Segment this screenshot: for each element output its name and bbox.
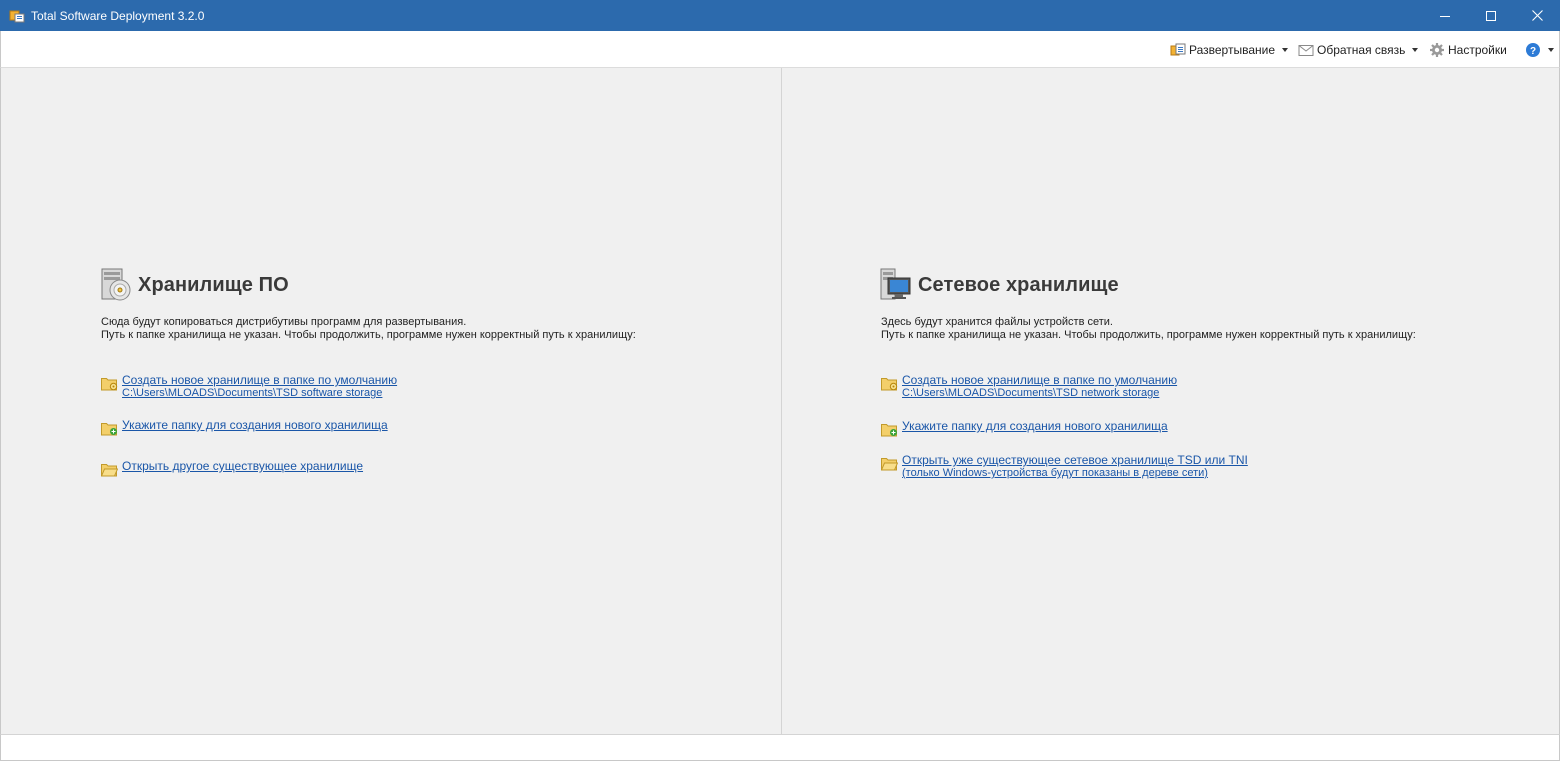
minimize-icon — [1440, 15, 1450, 17]
maximize-button[interactable] — [1468, 0, 1514, 31]
close-icon — [1531, 10, 1543, 21]
chevron-down-icon — [1412, 48, 1419, 52]
software-storage-panel: Хранилище ПО Сюда будут копироваться дис… — [1, 68, 781, 734]
software-storage-description: Сюда будут копироваться дистрибутивы про… — [101, 316, 636, 342]
svg-text:?: ? — [1530, 46, 1536, 57]
folder-add-icon — [101, 421, 118, 436]
folder-open-icon — [100, 462, 119, 477]
minimize-button[interactable] — [1422, 0, 1468, 31]
settings-label: Настройки — [1448, 43, 1507, 57]
default-network-storage-path[interactable]: C:\Users\MLOADS\Documents\TSD network st… — [902, 387, 1177, 399]
open-existing-network-storage-item: Открыть уже существующее сетевое хранили… — [880, 453, 1248, 479]
main-area: Хранилище ПО Сюда будут копироваться дис… — [0, 68, 1560, 734]
open-existing-storage-link[interactable]: Открыть другое существующее хранилище — [122, 459, 363, 473]
choose-folder-item: Укажите папку для создания нового хранил… — [101, 418, 388, 436]
description-line: Путь к папке хранилища не указан. Чтобы … — [881, 329, 1416, 341]
feedback-menu-button[interactable]: Обратная связь — [1298, 41, 1419, 59]
folder-default-icon — [101, 376, 118, 391]
create-default-storage-link[interactable]: Создать новое хранилище в папке по умолч… — [122, 373, 397, 387]
toolbar: Развертывание Обратная связь Настройки ? — [0, 31, 1560, 68]
network-storage-icon — [880, 268, 912, 302]
folder-open-icon — [880, 456, 899, 471]
create-default-network-storage-link[interactable]: Создать новое хранилище в папке по умолч… — [902, 373, 1177, 387]
choose-network-folder-link[interactable]: Укажите папку для создания нового хранил… — [902, 419, 1168, 433]
open-existing-storage-item: Открыть другое существующее хранилище — [100, 459, 363, 477]
software-storage-title: Хранилище ПО — [138, 273, 289, 296]
gear-icon — [1429, 42, 1445, 58]
app-logo-icon — [9, 8, 25, 24]
choose-network-folder-item: Укажите папку для создания нового хранил… — [881, 419, 1168, 437]
network-storage-description: Здесь будут хранится файлы устройств сет… — [881, 316, 1416, 342]
create-default-storage-item: Создать новое хранилище в папке по умолч… — [101, 373, 397, 399]
open-existing-network-storage-link[interactable]: Открыть уже существующее сетевое хранили… — [902, 453, 1248, 467]
help-button[interactable]: ? — [1525, 41, 1554, 59]
help-icon: ? — [1525, 42, 1541, 58]
description-line: Сюда будут копироваться дистрибутивы про… — [101, 316, 467, 328]
settings-button[interactable]: Настройки — [1429, 41, 1507, 59]
close-button[interactable] — [1514, 0, 1560, 31]
description-line: Путь к папке хранилища не указан. Чтобы … — [101, 329, 636, 341]
deploy-menu-label: Развертывание — [1189, 43, 1276, 57]
folder-add-icon — [881, 422, 898, 437]
window-title: Total Software Deployment 3.2.0 — [31, 8, 205, 23]
software-storage-icon — [100, 268, 132, 302]
title-bar: Total Software Deployment 3.2.0 — [0, 0, 1560, 31]
create-default-network-storage-item: Создать новое хранилище в папке по умолч… — [881, 373, 1177, 399]
network-storage-title: Сетевое хранилище — [918, 273, 1119, 296]
deploy-icon — [1170, 42, 1186, 58]
maximize-icon — [1486, 10, 1496, 21]
chevron-down-icon — [1548, 48, 1554, 52]
windows-devices-note[interactable]: (только Windows-устройства будут показан… — [902, 467, 1248, 479]
deploy-menu-button[interactable]: Развертывание — [1170, 41, 1289, 59]
envelope-icon — [1298, 42, 1314, 58]
chevron-down-icon — [1282, 48, 1289, 52]
status-bar — [0, 734, 1560, 761]
default-storage-path[interactable]: C:\Users\MLOADS\Documents\TSD software s… — [122, 387, 397, 399]
description-line: Здесь будут хранится файлы устройств сет… — [881, 316, 1113, 328]
choose-folder-link[interactable]: Укажите папку для создания нового хранил… — [122, 418, 388, 432]
network-storage-panel: Сетевое хранилище Здесь будут хранится ф… — [782, 68, 1560, 734]
feedback-menu-label: Обратная связь — [1317, 43, 1406, 57]
folder-default-icon — [881, 376, 898, 391]
